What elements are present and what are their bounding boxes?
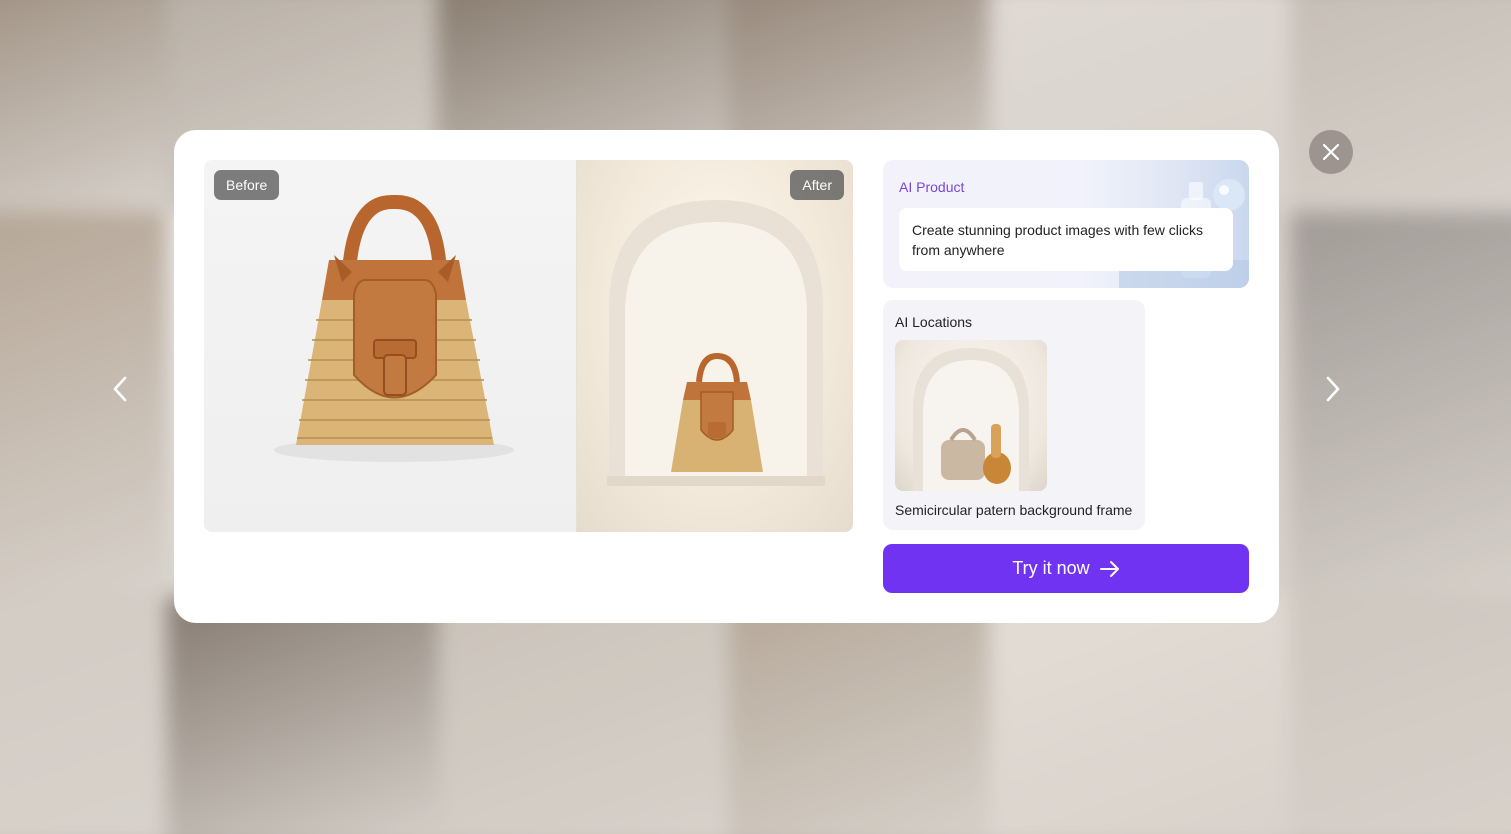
before-label: Before <box>214 170 280 200</box>
before-image: Before <box>204 160 576 532</box>
try-it-now-label: Try it now <box>1012 558 1090 578</box>
ai-product-description: Create stunning product images with few … <box>899 208 1233 271</box>
arch-scene-illustration <box>607 200 825 486</box>
ai-product-card[interactable]: AI Product Create stunning product image… <box>883 160 1249 288</box>
chevron-left-icon <box>113 376 127 402</box>
semicircular-frame-illustration <box>913 348 1029 491</box>
location-caption: Semicircular patern background frame <box>895 502 1133 518</box>
close-icon <box>1322 143 1340 161</box>
location-thumbnail[interactable] <box>895 340 1047 491</box>
next-button[interactable] <box>1318 372 1348 406</box>
before-after-comparison[interactable]: Before After <box>204 160 853 532</box>
arrow-right-icon <box>1099 560 1119 577</box>
ai-locations-card[interactable]: AI Locations Semicircular patern backgro… <box>883 300 1145 530</box>
after-label: After <box>790 170 844 200</box>
after-image: After <box>576 160 853 532</box>
ai-product-title: AI Product <box>899 179 965 195</box>
handbag-illustration <box>274 195 514 462</box>
feature-modal: Before After AI Product Create stunning … <box>174 130 1279 623</box>
try-it-now-button[interactable]: Try it now <box>883 544 1249 593</box>
chevron-right-icon <box>1326 376 1340 402</box>
feature-panel: AI Product Create stunning product image… <box>883 160 1249 530</box>
previous-button[interactable] <box>105 372 135 406</box>
ai-locations-title: AI Locations <box>895 314 973 330</box>
close-button[interactable] <box>1309 130 1353 174</box>
